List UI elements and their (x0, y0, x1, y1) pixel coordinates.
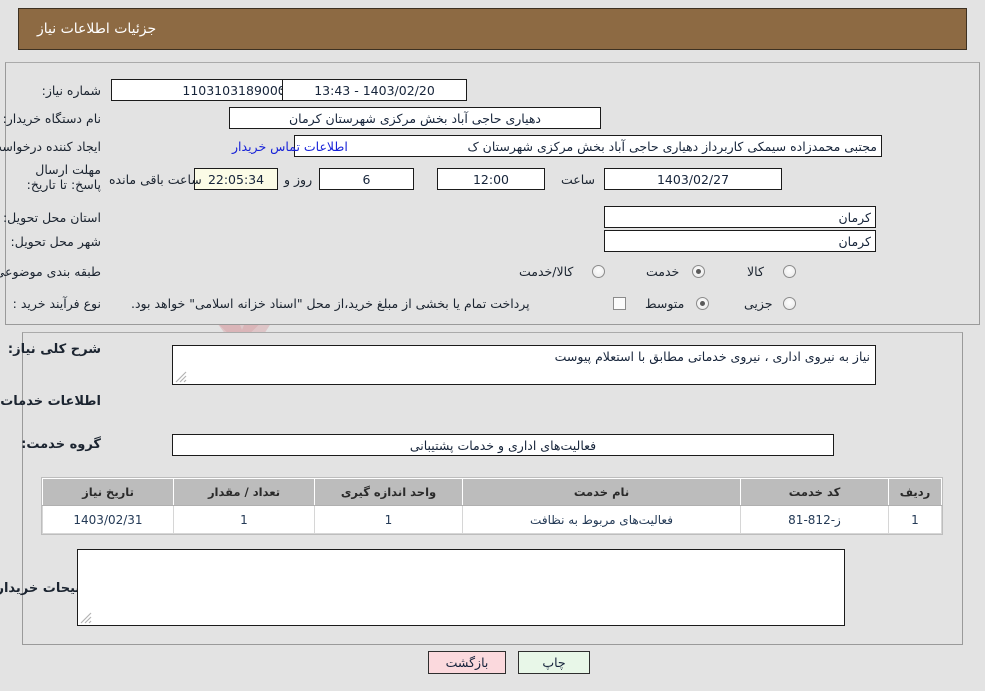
radio-process-jozii-label: جزیی (744, 296, 773, 311)
deadline-hour-label: ساعت (561, 172, 596, 187)
city-text: کرمان (838, 233, 871, 249)
cell-unit: 1 (314, 505, 463, 534)
service-group-value: فعالیت‌های اداری و خدمات پشتیبانی (172, 434, 834, 456)
print-button[interactable]: چاپ (518, 651, 590, 674)
creator-text: مجتبی محمدزاده سیمکی کاربرداز دهیاری حاج… (467, 138, 877, 154)
deadline-label: مهلت ارسال پاسخ: تا تاریخ: (26, 162, 101, 192)
back-button[interactable]: بازگشت (428, 651, 506, 674)
need-info-panel (5, 62, 980, 325)
province-label: استان محل تحویل: (2, 210, 101, 225)
table-header-row: ردیف کد خدمت نام خدمت واحد اندازه گیری ت… (42, 478, 942, 506)
remaining-countdown-value: 22:05:34 (194, 168, 278, 190)
cell-code: ز-812-81 (740, 505, 889, 534)
resize-grip-icon[interactable] (80, 612, 92, 624)
cell-row: 1 (888, 505, 942, 534)
col-code: کد خدمت (740, 478, 889, 506)
city-value: کرمان (604, 230, 876, 252)
radio-process-motevaset[interactable] (696, 297, 709, 310)
announce-datetime-value: 1403/02/20 - 13:43 (282, 79, 467, 101)
col-row: ردیف (888, 478, 942, 506)
col-unit: واحد اندازه گیری (314, 478, 463, 506)
col-quantity: تعداد / مقدار (173, 478, 315, 506)
deadline-date-value: 1403/02/27 (604, 168, 782, 190)
window-title-bar: جزئیات اطلاعات نیاز (18, 8, 967, 50)
cell-date: 1403/02/31 (42, 505, 174, 534)
deadline-hour-value: 12:00 (437, 168, 545, 190)
radio-category-kala[interactable] (783, 265, 796, 278)
services-heading: اطلاعات خدمات مورد نیاز (0, 394, 101, 409)
province-text: کرمان (838, 209, 871, 225)
remaining-days-label: روز و (284, 172, 313, 187)
treasury-bonds-label: پرداخت تمام یا بخشی از مبلغ خرید،از محل … (131, 296, 530, 311)
summary-textarea[interactable]: نیاز به نیروی اداری ، نیروی خدماتی مطابق… (172, 345, 876, 385)
radio-process-motevaset-label: متوسط (645, 296, 685, 311)
page-title: جزئیات اطلاعات نیاز (37, 21, 157, 37)
col-name: نام خدمت (462, 478, 741, 506)
remaining-countdown-label: ساعت باقی مانده (109, 172, 202, 187)
treasury-bonds-checkbox[interactable] (613, 297, 626, 310)
radio-category-kala-khedmat-label: کالا/خدمت (519, 264, 574, 279)
table-row: 1 ز-812-81 فعالیت‌های مربوط به نظافت 1 1… (42, 505, 942, 534)
cell-name: فعالیت‌های مربوط به نظافت (462, 505, 741, 534)
radio-category-kala-label: کالا (747, 264, 764, 279)
cell-quantity: 1 (173, 505, 315, 534)
need-number-label: شماره نیاز: (41, 83, 101, 98)
creator-value: مجتبی محمدزاده سیمکی کاربرداز دهیاری حاج… (294, 135, 882, 157)
process-label: نوع فرآیند خرید : (12, 296, 101, 311)
radio-category-khedmat-label: خدمت (646, 264, 680, 279)
category-label: طبقه بندی موضوعی: (0, 264, 101, 279)
buyer-org-value: دهیاری حاجی آباد بخش مرکزی شهرستان کرمان (229, 107, 601, 129)
resize-grip-icon[interactable] (175, 371, 187, 383)
page-root: AriaTender.net جزئیات اطلاعات نیاز شماره… (0, 0, 985, 691)
buyer-contact-link[interactable]: اطلاعات تماس خریدار (232, 139, 348, 154)
service-group-text: فعالیت‌های اداری و خدمات پشتیبانی (409, 437, 597, 453)
province-value: کرمان (604, 206, 876, 228)
radio-category-kala-khedmat[interactable] (592, 265, 605, 278)
city-label: شهر محل تحویل: (10, 234, 101, 249)
summary-label: شرح کلی نیاز: (7, 342, 101, 357)
services-table: ردیف کد خدمت نام خدمت واحد اندازه گیری ت… (42, 478, 942, 534)
buyer-org-text: دهیاری حاجی آباد بخش مرکزی شهرستان کرمان (288, 110, 541, 126)
creator-label: ایجاد کننده درخواست: (0, 139, 101, 154)
remaining-days-value: 6 (319, 168, 414, 190)
radio-category-khedmat[interactable] (692, 265, 705, 278)
radio-process-jozii[interactable] (783, 297, 796, 310)
buyer-notes-textarea[interactable] (77, 549, 845, 626)
buyer-org-label: نام دستگاه خریدار: (2, 111, 101, 126)
summary-text: نیاز به نیروی اداری ، نیروی خدماتی مطابق… (554, 349, 870, 364)
service-group-label: گروه خدمت: (21, 437, 101, 452)
col-date: تاریخ نیاز (42, 478, 174, 506)
